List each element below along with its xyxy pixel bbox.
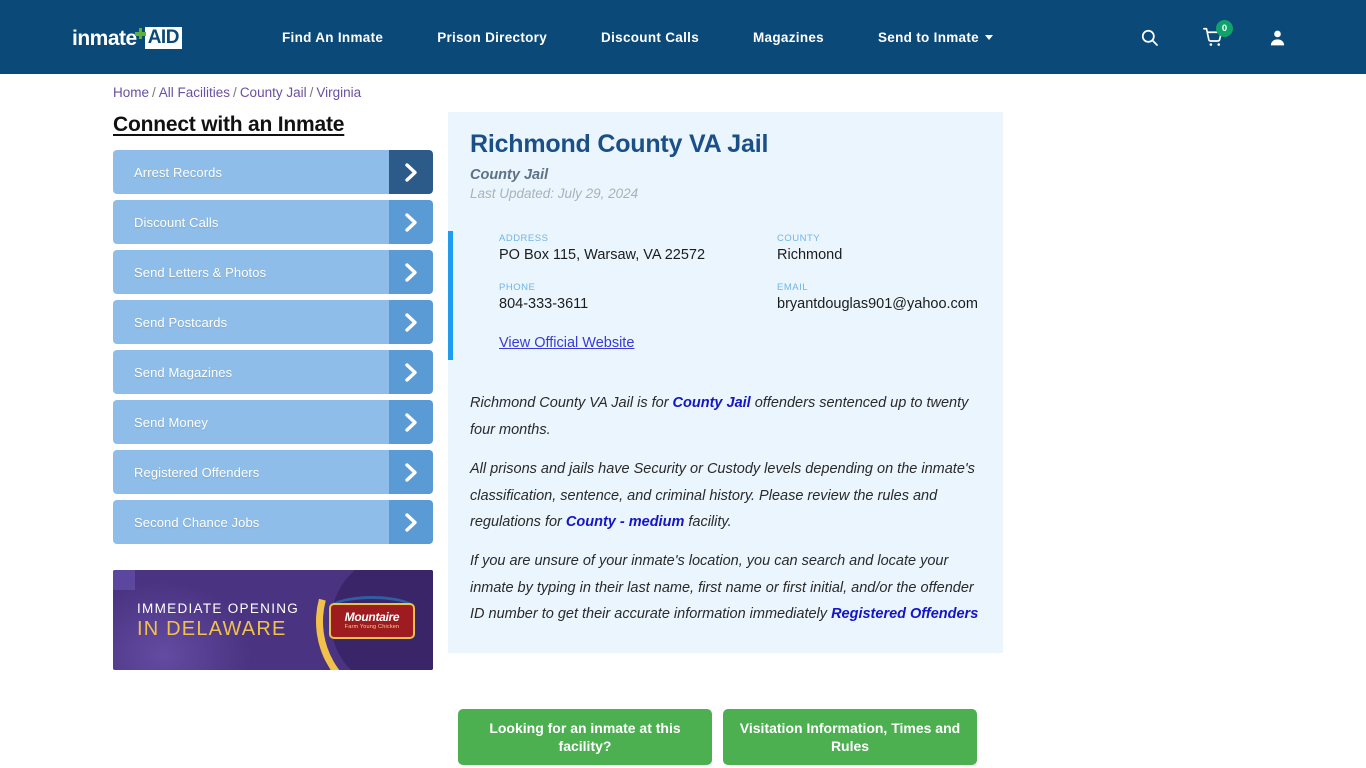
- field-label: EMAIL: [777, 281, 809, 293]
- visitation-info-button[interactable]: Visitation Information, Times and Rules: [723, 709, 977, 765]
- sidebar: Connect with an Inmate Arrest Records Di…: [113, 113, 433, 550]
- chevron-right-icon: [389, 350, 433, 394]
- medical-cross-icon: [134, 28, 146, 39]
- link-registered-offenders[interactable]: Registered Offenders: [831, 606, 978, 622]
- field-email: EMAIL bryantdouglas901@yahoo.com: [777, 282, 981, 314]
- link-county-jail[interactable]: County Jail: [673, 395, 751, 411]
- field-value: Richmond: [777, 246, 843, 263]
- field-county: COUNTY Richmond: [777, 233, 981, 265]
- breadcrumb-item-all-facilities[interactable]: All Facilities: [159, 85, 230, 100]
- breadcrumb-item-home[interactable]: Home: [113, 85, 149, 100]
- facility-contact-grid: ADDRESS PO Box 115, Warsaw, VA 22572 COU…: [499, 233, 981, 314]
- nav-item-magazines[interactable]: Magazines: [726, 30, 851, 45]
- sidebar-item-send-letters-photos[interactable]: Send Letters & Photos: [113, 250, 433, 294]
- sidebar-item-send-magazines[interactable]: Send Magazines: [113, 350, 433, 394]
- nav-item-find-an-inmate[interactable]: Find An Inmate: [255, 30, 410, 45]
- sidebar-item-label: Second Chance Jobs: [134, 514, 260, 530]
- sidebar-item-label: Send Postcards: [134, 314, 228, 330]
- facility-info-card: Richmond County VA Jail County Jail Last…: [448, 112, 1003, 654]
- site-logo[interactable]: inmate AID: [72, 25, 182, 51]
- main-navigation: Find An Inmate Prison Directory Discount…: [255, 0, 1020, 74]
- desc-text: facility.: [684, 513, 732, 530]
- description-paragraph-1: Richmond County VA Jail is for County Ja…: [470, 390, 981, 443]
- ad-headline-line2: IN DELAWARE: [137, 618, 287, 641]
- sidebar-item-send-postcards[interactable]: Send Postcards: [113, 300, 433, 344]
- site-header: inmate AID Find An Inmate Prison Directo…: [0, 0, 1366, 74]
- nav-item-send-to-inmate[interactable]: Send to Inmate: [851, 30, 1020, 45]
- field-value: 804-333-3611: [499, 295, 589, 312]
- chevron-right-icon: [389, 150, 433, 194]
- nav-label: Discount Calls: [601, 29, 700, 45]
- cta-button-row: Looking for an inmate at this facility? …: [458, 709, 977, 765]
- breadcrumb-item-county-jail[interactable]: County Jail: [240, 85, 307, 100]
- sidebar-item-label: Registered Offenders: [134, 464, 260, 480]
- facility-contact-block: ADDRESS PO Box 115, Warsaw, VA 22572 COU…: [448, 230, 981, 361]
- sidebar-item-second-chance-jobs[interactable]: Second Chance Jobs: [113, 500, 433, 544]
- nav-label: Magazines: [753, 29, 824, 45]
- ad-brand-tagline: Farm Young Chicken: [344, 624, 400, 631]
- advertisement-banner[interactable]: IMMEDIATE OPENING IN DELAWARE Mountaire …: [113, 570, 433, 670]
- sidebar-item-discount-calls[interactable]: Discount Calls: [113, 200, 433, 244]
- sidebar-item-label: Send Money: [134, 414, 208, 430]
- logo-aid-badge: AID: [144, 27, 182, 49]
- field-label: COUNTY: [777, 232, 821, 244]
- breadcrumb-separator: /: [309, 85, 314, 100]
- nav-label: Find An Inmate: [282, 29, 384, 45]
- last-updated-text: Last Updated: July 29, 2024: [470, 185, 639, 201]
- looking-for-inmate-button[interactable]: Looking for an inmate at this facility?: [458, 709, 712, 765]
- sidebar-item-registered-offenders[interactable]: Registered Offenders: [113, 450, 433, 494]
- chevron-down-icon: [984, 35, 993, 41]
- sidebar-item-label: Send Magazines: [134, 364, 233, 380]
- desc-text: Richmond County VA Jail is for: [470, 395, 673, 412]
- chevron-right-icon: [389, 250, 433, 294]
- field-label: ADDRESS: [499, 232, 549, 244]
- link-county-medium[interactable]: County - medium: [566, 514, 684, 530]
- page-title: Richmond County VA Jail: [470, 130, 769, 158]
- facility-type: County Jail: [470, 166, 549, 183]
- breadcrumb-separator: /: [233, 85, 237, 100]
- chevron-right-icon: [389, 300, 433, 344]
- sidebar-item-label: Discount Calls: [134, 214, 219, 230]
- description-paragraph-3: If you are unsure of your inmate's locat…: [470, 548, 981, 627]
- sidebar-link-list: Arrest Records Discount Calls Send Lette…: [113, 150, 433, 544]
- sidebar-item-label: Arrest Records: [134, 164, 223, 180]
- logo-wordmark: inmate: [72, 26, 137, 50]
- field-value: PO Box 115, Warsaw, VA 22572: [499, 246, 706, 263]
- field-label: PHONE: [499, 281, 536, 293]
- sidebar-item-arrest-records[interactable]: Arrest Records: [113, 150, 433, 194]
- chevron-right-icon: [389, 400, 433, 444]
- facility-description: Richmond County VA Jail is for County Ja…: [470, 390, 981, 627]
- field-value: bryantdouglas901@yahoo.com: [777, 295, 978, 312]
- chevron-right-icon: [389, 200, 433, 244]
- breadcrumb-separator: /: [152, 85, 156, 100]
- user-account-icon[interactable]: [1254, 14, 1300, 60]
- nav-label: Send to Inmate: [878, 29, 979, 45]
- ad-brand-logo: Mountaire Farm Young Chicken: [329, 603, 415, 639]
- field-phone: PHONE 804-333-3611: [499, 282, 777, 314]
- breadcrumb-item-virginia[interactable]: Virginia: [316, 85, 361, 100]
- field-address: ADDRESS PO Box 115, Warsaw, VA 22572: [499, 233, 777, 265]
- chevron-right-icon: [389, 450, 433, 494]
- shopping-cart-icon[interactable]: 0: [1190, 14, 1236, 60]
- nav-label: Prison Directory: [437, 29, 548, 45]
- sidebar-heading: Connect with an Inmate: [113, 113, 345, 136]
- ad-brand-name: Mountaire: [344, 610, 400, 625]
- nav-item-prison-directory[interactable]: Prison Directory: [410, 30, 574, 45]
- breadcrumb: Home / All Facilities / County Jail / Virginia: [113, 85, 361, 100]
- header-icon-group: 0: [1126, 0, 1366, 74]
- view-official-website-link[interactable]: View Official Website: [499, 335, 634, 351]
- nav-item-discount-calls[interactable]: Discount Calls: [574, 30, 726, 45]
- chevron-right-icon: [389, 500, 433, 544]
- sidebar-item-label: Send Letters & Photos: [134, 264, 267, 280]
- cart-count-badge: 0: [1216, 20, 1233, 37]
- sidebar-item-send-money[interactable]: Send Money: [113, 400, 433, 444]
- ad-text-block: IMMEDIATE OPENING IN DELAWARE: [137, 600, 299, 643]
- ad-headline-line1: IMMEDIATE OPENING: [137, 601, 300, 616]
- description-paragraph-2: All prisons and jails have Security or C…: [470, 456, 981, 535]
- search-icon[interactable]: [1126, 14, 1172, 60]
